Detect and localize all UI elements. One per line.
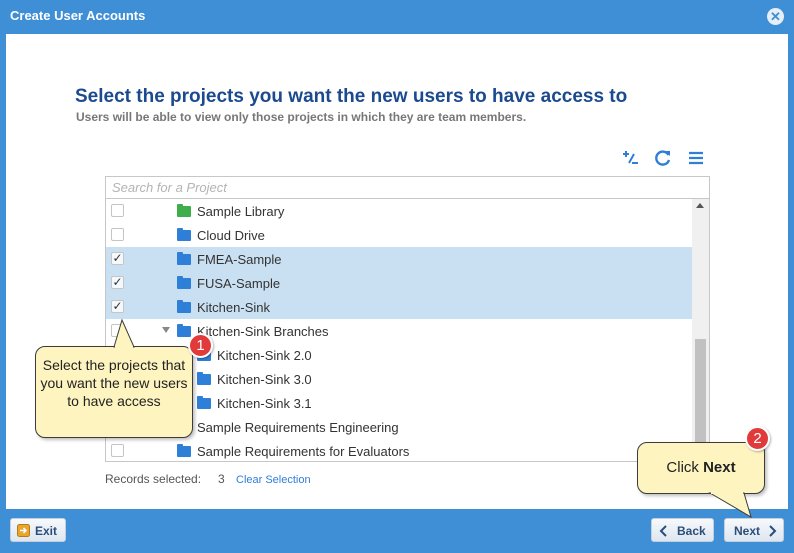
- next-button[interactable]: Next: [724, 518, 784, 542]
- row-label: Kitchen-Sink Branches: [197, 324, 329, 339]
- tree-scrollbar[interactable]: [692, 199, 709, 461]
- project-tree-grid: Sample Library Cloud Drive ✓ FMEA-Sample…: [105, 199, 710, 462]
- row-label: FUSA-Sample: [197, 276, 281, 291]
- project-search-input[interactable]: [105, 176, 710, 199]
- page-subtitle: Users will be able to view only those pr…: [76, 110, 527, 124]
- row-checkbox[interactable]: ✓: [111, 252, 124, 265]
- dialog-title: Create User Accounts: [10, 8, 146, 23]
- step-badge: 1: [188, 333, 213, 358]
- tree-row[interactable]: ✓ FMEA-Sample: [106, 247, 692, 271]
- dialog-titlebar: Create User Accounts ✕: [0, 0, 794, 34]
- row-label: Sample Library: [197, 204, 285, 219]
- callout-text: Select the projects that you want the ne…: [40, 357, 188, 409]
- callout-select-projects: Select the projects that you want the ne…: [35, 346, 193, 438]
- row-label: Sample Requirements Engineering: [197, 420, 399, 435]
- folder-icon: [177, 204, 191, 217]
- scrollbar-thumb[interactable]: [695, 339, 706, 447]
- row-label: Kitchen-Sink: [197, 300, 270, 315]
- tree-row[interactable]: Kitchen-Sink 3.0: [106, 367, 692, 391]
- callout-text: Click: [666, 459, 704, 476]
- folder-icon: [177, 300, 191, 313]
- folder-icon: [177, 444, 191, 457]
- folder-icon: [197, 396, 211, 409]
- row-label: Kitchen-Sink 2.0: [217, 348, 312, 363]
- row-checkbox[interactable]: ✓: [111, 300, 124, 313]
- row-checkbox[interactable]: [111, 444, 124, 457]
- next-label: Next: [734, 524, 761, 538]
- exit-door-icon: [17, 524, 30, 537]
- refresh-icon[interactable]: [653, 148, 673, 168]
- folder-icon: [197, 372, 211, 385]
- callout-pointer-icon: [113, 318, 135, 350]
- folder-icon: [177, 228, 191, 241]
- create-user-accounts-dialog: Create User Accounts ✕ Select the projec…: [0, 0, 794, 553]
- chevron-left-icon: [659, 525, 667, 537]
- records-selected-label: Records selected:: [105, 472, 202, 486]
- tree-row[interactable]: Kitchen-Sink 3.1: [106, 391, 692, 415]
- row-label: Cloud Drive: [197, 228, 265, 243]
- row-checkbox[interactable]: ✓: [111, 276, 124, 289]
- back-label: Back: [677, 524, 706, 538]
- tree-row[interactable]: Sample Requirements Engineering: [106, 415, 692, 439]
- add-column-icon[interactable]: [620, 148, 640, 168]
- callout-bold-text: Next: [703, 459, 736, 476]
- back-button[interactable]: Back: [651, 518, 714, 542]
- chevron-right-icon: [769, 525, 777, 537]
- tree-row[interactable]: ✓ Kitchen-Sink: [106, 295, 692, 319]
- exit-button[interactable]: Exit: [10, 518, 66, 542]
- expand-triangle-icon[interactable]: [162, 327, 170, 333]
- step-badge: 2: [745, 426, 770, 451]
- close-icon[interactable]: ✕: [767, 8, 784, 25]
- folder-branch-icon: [177, 324, 191, 337]
- tree-row[interactable]: Sample Requirements for Evaluators: [106, 439, 692, 461]
- exit-label: Exit: [35, 524, 58, 538]
- scroll-up-arrow-icon[interactable]: [696, 203, 704, 208]
- tree-row[interactable]: ✓ FUSA-Sample: [106, 271, 692, 295]
- row-checkbox[interactable]: [111, 204, 124, 217]
- tree-row[interactable]: Cloud Drive: [106, 223, 692, 247]
- menu-icon[interactable]: [686, 148, 706, 168]
- page-title: Select the projects you want the new use…: [75, 86, 628, 107]
- folder-icon: [177, 252, 191, 265]
- row-label: Kitchen-Sink 3.0: [217, 372, 312, 387]
- records-selected-count: 3: [218, 472, 225, 486]
- tree-row[interactable]: Sample Library: [106, 199, 692, 223]
- callout-click-next: Click Next: [637, 442, 765, 494]
- row-checkbox[interactable]: [111, 228, 124, 241]
- row-label: FMEA-Sample: [197, 252, 282, 267]
- clear-selection-link[interactable]: Clear Selection: [236, 474, 311, 486]
- row-label: Kitchen-Sink 3.1: [217, 396, 312, 411]
- row-label: Sample Requirements for Evaluators: [197, 444, 410, 459]
- folder-icon: [177, 276, 191, 289]
